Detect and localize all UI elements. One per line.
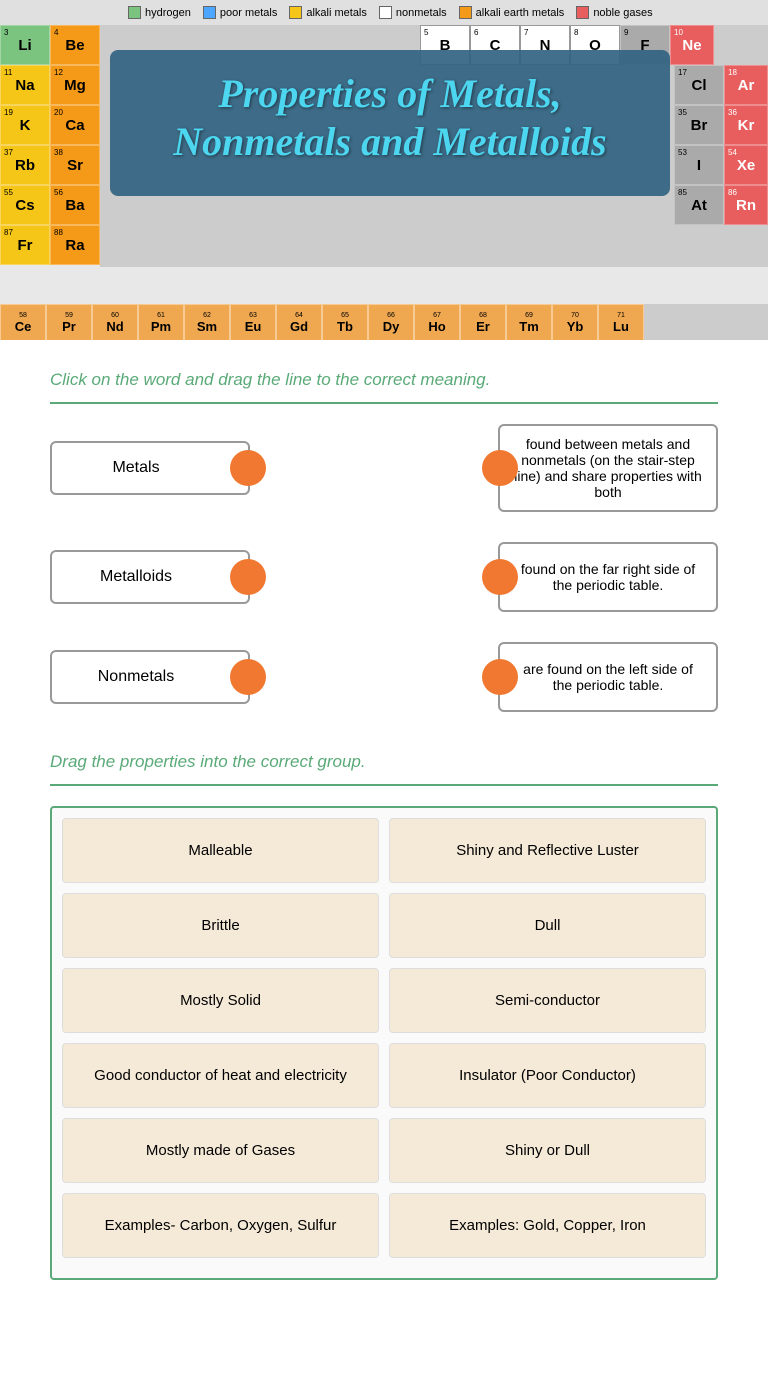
dot-metalloids-right[interactable] xyxy=(230,559,266,595)
legend-poor-metals: poor metals xyxy=(203,6,277,19)
legend-hydrogen: hydrogen xyxy=(128,6,191,19)
prop-mostly-gases[interactable]: Mostly made of Gases xyxy=(62,1118,379,1183)
prop-shiny-dull[interactable]: Shiny or Dull xyxy=(389,1118,706,1183)
prop-good-conductor[interactable]: Good conductor of heat and electricity xyxy=(62,1043,379,1108)
element-rb: 37Rb xyxy=(0,145,50,185)
element-lu: 71Lu xyxy=(598,304,644,340)
title-overlay: Properties of Metals, Nonmetals and Meta… xyxy=(110,50,670,196)
periodic-table-header: hydrogen poor metals alkali metals nonme… xyxy=(0,0,768,340)
prop-mostly-solid[interactable]: Mostly Solid xyxy=(62,968,379,1033)
element-ca: 20Ca xyxy=(50,105,100,145)
element-i: 53I xyxy=(674,145,724,185)
element-ce: 58Ce xyxy=(0,304,46,340)
prop-row-4: Good conductor of heat and electricity I… xyxy=(62,1043,706,1108)
prop-row-5: Mostly made of Gases Shiny or Dull xyxy=(62,1118,706,1183)
element-er: 68Er xyxy=(460,304,506,340)
prop-row-6: Examples- Carbon, Oxygen, Sulfur Example… xyxy=(62,1193,706,1258)
prop-examples-nonmetals[interactable]: Examples- Carbon, Oxygen, Sulfur xyxy=(62,1193,379,1258)
element-pr: 59Pr xyxy=(46,304,92,340)
element-yb: 70Yb xyxy=(552,304,598,340)
element-sm: 62Sm xyxy=(184,304,230,340)
prop-brittle[interactable]: Brittle xyxy=(62,893,379,958)
page-title: Properties of Metals, Nonmetals and Meta… xyxy=(140,70,640,166)
element-at: 85At xyxy=(674,185,724,225)
dot-def-metals-left[interactable] xyxy=(482,450,518,486)
legend-alkali-earth: alkali earth metals xyxy=(459,6,565,19)
main-content: Click on the word and drag the line to t… xyxy=(0,340,768,1300)
legend-nonmetals: nonmetals xyxy=(379,6,447,19)
element-ho: 67Ho xyxy=(414,304,460,340)
element-be: 4Be xyxy=(50,25,100,65)
element-tb: 65Tb xyxy=(322,304,368,340)
match-row-nonmetals: Nonmetals are found on the left side of … xyxy=(50,642,718,712)
element-rn: 86Rn xyxy=(724,185,768,225)
element-nd: 60Nd xyxy=(92,304,138,340)
element-na: 11Na xyxy=(0,65,50,105)
prop-insulator[interactable]: Insulator (Poor Conductor) xyxy=(389,1043,706,1108)
element-kr: 36Kr xyxy=(724,105,768,145)
dot-metals-right[interactable] xyxy=(230,450,266,486)
element-cl: 17Cl xyxy=(674,65,724,105)
element-k: 19K xyxy=(0,105,50,145)
dot-def-nonmetals-left[interactable] xyxy=(482,659,518,695)
match-def-nonmetals: are found on the left side of the period… xyxy=(498,642,718,712)
legend-alkali: alkali metals xyxy=(289,6,367,19)
divider-2 xyxy=(50,784,718,786)
legend-noble: noble gases xyxy=(576,6,652,19)
element-ra: 88Ra xyxy=(50,225,100,265)
instruction-1: Click on the word and drag the line to t… xyxy=(50,370,718,390)
match-row-metalloids: Metalloids found on the far right side o… xyxy=(50,542,718,612)
divider-1 xyxy=(50,402,718,404)
prop-row-2: Brittle Dull xyxy=(62,893,706,958)
element-eu: 63Eu xyxy=(230,304,276,340)
element-ne: 10Ne xyxy=(670,25,714,65)
element-ba: 56Ba xyxy=(50,185,100,225)
element-tm: 69Tm xyxy=(506,304,552,340)
element-gd: 64Gd xyxy=(276,304,322,340)
prop-shiny-reflective[interactable]: Shiny and Reflective Luster xyxy=(389,818,706,883)
properties-section: Drag the properties into the correct gro… xyxy=(50,752,718,1280)
dot-def-metalloids-left[interactable] xyxy=(482,559,518,595)
match-row-metals: Metals found between metals and nonmetal… xyxy=(50,424,718,512)
matching-section: Metals found between metals and nonmetal… xyxy=(50,424,718,712)
drag-instruction: Drag the properties into the correct gro… xyxy=(50,752,718,772)
element-li: 3Li xyxy=(0,25,50,65)
prop-semi-conductor[interactable]: Semi-conductor xyxy=(389,968,706,1033)
element-dy: 66Dy xyxy=(368,304,414,340)
element-pm: 61Pm xyxy=(138,304,184,340)
dot-nonmetals-right[interactable] xyxy=(230,659,266,695)
element-mg: 12Mg xyxy=(50,65,100,105)
match-term-metals[interactable]: Metals xyxy=(50,441,250,495)
match-def-metals: found between metals and nonmetals (on t… xyxy=(498,424,718,512)
element-br: 35Br xyxy=(674,105,724,145)
properties-grid: Malleable Shiny and Reflective Luster Br… xyxy=(50,806,718,1280)
prop-malleable[interactable]: Malleable xyxy=(62,818,379,883)
element-fr: 87Fr xyxy=(0,225,50,265)
match-term-nonmetals[interactable]: Nonmetals xyxy=(50,650,250,704)
prop-row-3: Mostly Solid Semi-conductor xyxy=(62,968,706,1033)
prop-dull[interactable]: Dull xyxy=(389,893,706,958)
element-ar: 18Ar xyxy=(724,65,768,105)
element-xe: 54Xe xyxy=(724,145,768,185)
prop-examples-metals[interactable]: Examples: Gold, Copper, Iron xyxy=(389,1193,706,1258)
match-term-metalloids[interactable]: Metalloids xyxy=(50,550,250,604)
element-cs: 55Cs xyxy=(0,185,50,225)
match-def-metalloids: found on the far right side of the perio… xyxy=(498,542,718,612)
prop-row-1: Malleable Shiny and Reflective Luster xyxy=(62,818,706,883)
element-sr: 38Sr xyxy=(50,145,100,185)
